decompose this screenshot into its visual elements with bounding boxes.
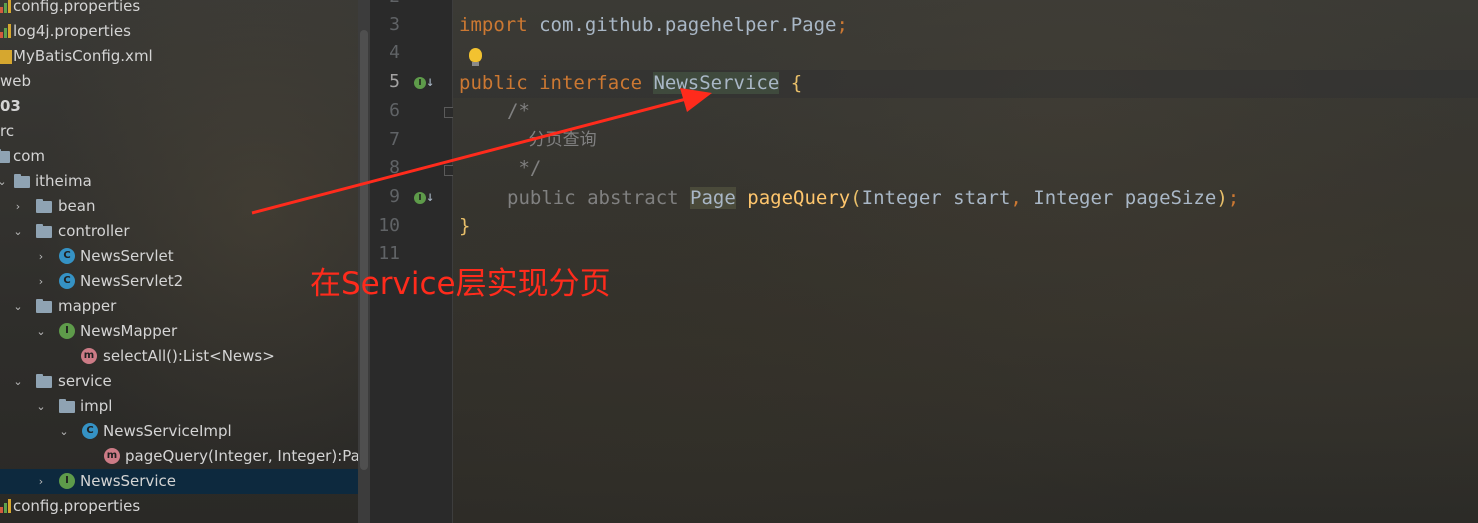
annotation-text: 在Service层实现分页 — [310, 266, 611, 302]
annotation-arrow — [251, 88, 712, 215]
